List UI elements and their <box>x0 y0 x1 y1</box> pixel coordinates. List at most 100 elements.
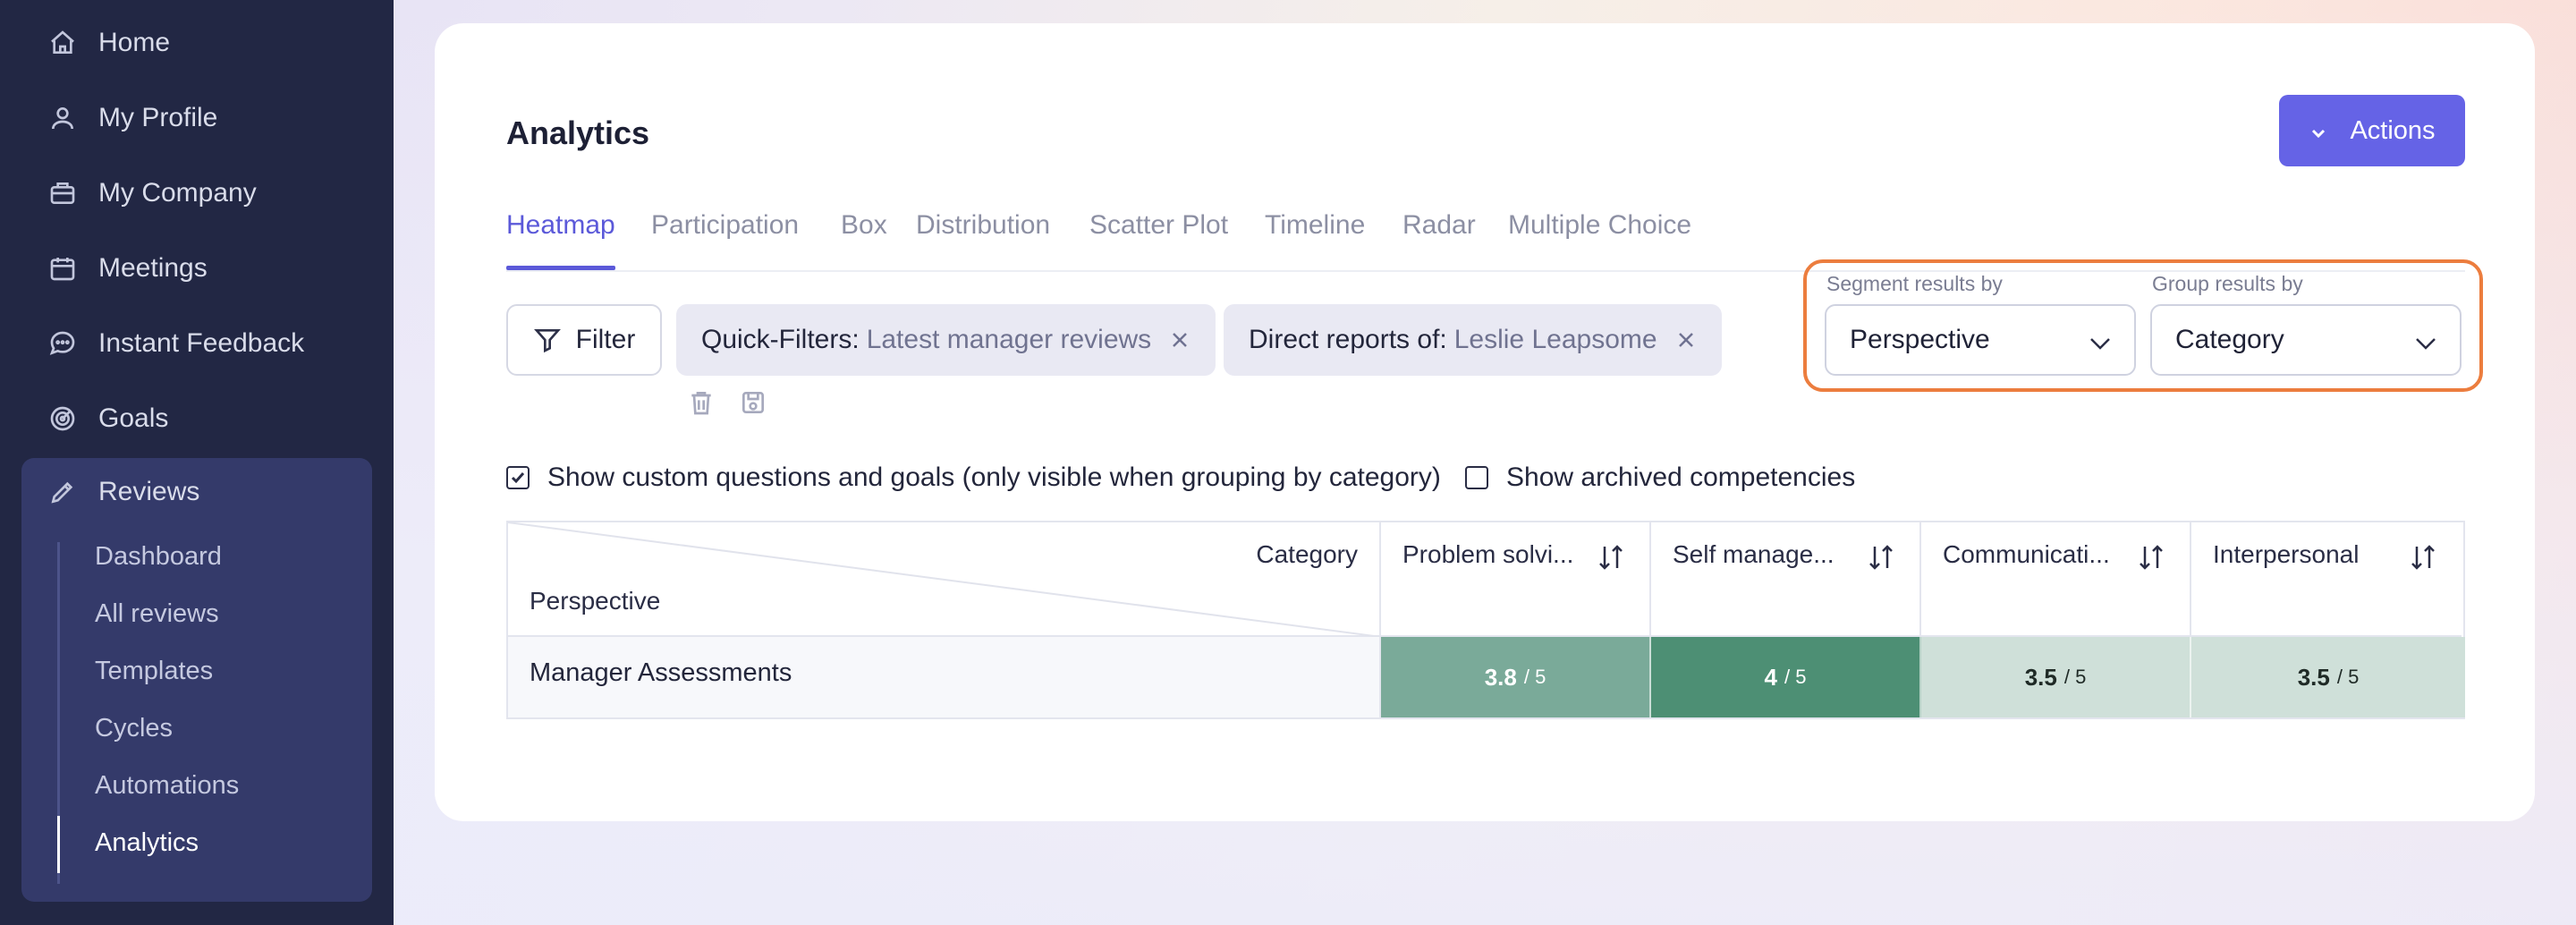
heatmap-cell[interactable]: 3.8 / 5 <box>1381 637 1651 717</box>
sidebar-item-my-profile[interactable]: My Profile <box>47 98 217 138</box>
segment-label: Segment results by <box>1826 272 2003 295</box>
column-header: Self manage... <box>1651 522 1921 637</box>
chip-value: Leslie Leapsome <box>1453 325 1657 354</box>
cell-out-of: / 5 <box>1784 666 1807 688</box>
sidebar-item-label: Meetings <box>98 253 208 283</box>
sidebar-item-meetings[interactable]: Meetings <box>47 249 208 288</box>
diagonal-divider <box>508 522 1381 637</box>
page-title: Analytics <box>506 115 650 151</box>
filter-button-label: Filter <box>575 325 636 354</box>
chip-value: Latest manager reviews <box>866 325 1152 354</box>
column-header: Problem solvi... <box>1381 522 1651 637</box>
tab-radar[interactable]: Radar <box>1402 190 1476 270</box>
heatmap-cell[interactable]: 3.5 / 5 <box>1921 637 2191 717</box>
cell-out-of: / 5 <box>1523 666 1546 688</box>
sidebar-item-reviews[interactable]: Reviews <box>47 472 199 512</box>
sidebar-item-instant-feedback[interactable]: Instant Feedback <box>47 324 304 363</box>
cell-score: 3.5 <box>2024 663 2057 691</box>
home-icon <box>47 27 79 59</box>
actions-button-label: Actions <box>2350 115 2436 145</box>
filter-button[interactable]: Filter <box>506 304 662 376</box>
sidebar-item-label: Reviews <box>98 477 200 506</box>
column-header: Interpersonal <box>2191 522 2462 637</box>
group-select[interactable]: Category <box>2150 304 2462 376</box>
submenu-item-templates[interactable]: Templates <box>95 653 213 689</box>
cell-out-of: / 5 <box>2063 666 2087 688</box>
corner-category-label: Category <box>1256 540 1358 568</box>
group-label: Group results by <box>2152 272 2303 295</box>
reviews-section: Reviews Dashboard All reviews Templates … <box>21 458 372 902</box>
tab-multiple-choice[interactable]: Multiple Choice <box>1508 190 1691 270</box>
show-custom-questions-checkbox[interactable]: Show custom questions and goals (only vi… <box>506 458 1441 497</box>
close-icon[interactable] <box>1675 329 1697 351</box>
analytics-card: Analytics Actions Heatmap Participation … <box>435 23 2535 821</box>
corner-perspective-label: Perspective <box>530 587 661 615</box>
heatmap-table: Category Perspective Problem solvi... Se… <box>506 521 2465 719</box>
chip-key: Quick-Filters: <box>701 325 860 354</box>
column-header-label: Self manage... <box>1673 540 1835 568</box>
tab-heatmap[interactable]: Heatmap <box>506 190 615 270</box>
submenu-item-analytics[interactable]: Analytics <box>95 825 199 861</box>
sidebar-item-label: Goals <box>98 403 169 433</box>
briefcase-icon <box>47 177 79 209</box>
submenu-active-indicator <box>57 816 60 873</box>
sidebar-item-home[interactable]: Home <box>47 23 170 63</box>
chevron-down-icon <box>2309 121 2328 140</box>
column-header: Communicati... <box>1921 522 2191 637</box>
checkbox-unchecked-icon <box>1465 466 1488 489</box>
heatmap-cell[interactable]: 3.5 / 5 <box>2191 637 2465 717</box>
tab-box[interactable]: Box <box>841 190 887 270</box>
sidebar-item-label: My Profile <box>98 103 218 132</box>
cell-score: 3.8 <box>1484 663 1517 691</box>
submenu-item-all-reviews[interactable]: All reviews <box>95 596 219 632</box>
sort-icon[interactable] <box>2408 542 2438 573</box>
chevron-down-icon <box>2088 331 2113 352</box>
chip-key: Direct reports of: <box>1249 325 1447 354</box>
sort-icon[interactable] <box>2136 542 2166 573</box>
column-header-label: Problem solvi... <box>1402 540 1574 568</box>
tab-participation[interactable]: Participation <box>651 190 799 270</box>
submenu-item-dashboard[interactable]: Dashboard <box>95 539 222 574</box>
sidebar-item-label: Instant Feedback <box>98 328 305 358</box>
segment-value: Perspective <box>1850 325 1990 354</box>
submenu-item-automations[interactable]: Automations <box>95 768 239 803</box>
sort-icon[interactable] <box>1866 542 1896 573</box>
trash-icon[interactable] <box>687 388 716 417</box>
sidebar-item-label: Home <box>98 28 171 57</box>
checkbox-checked-icon <box>506 466 530 489</box>
sidebar-item-goals[interactable]: Goals <box>47 399 168 438</box>
cell-score: 4 <box>1764 663 1777 691</box>
row-label: Manager Assessments <box>508 637 1381 717</box>
tab-timeline[interactable]: Timeline <box>1265 190 1365 270</box>
filter-icon <box>533 329 561 353</box>
cell-out-of: / 5 <box>2336 666 2360 688</box>
group-value: Category <box>2175 325 2284 354</box>
heatmap-corner-header: Category Perspective <box>508 522 1381 637</box>
cell-score: 3.5 <box>2297 663 2330 691</box>
calendar-icon <box>47 252 79 284</box>
column-header-label: Communicati... <box>1943 540 2110 568</box>
filter-chip-quick-filters: Quick-Filters: Latest manager reviews <box>676 304 1216 376</box>
target-icon <box>47 403 79 435</box>
chat-icon <box>47 327 79 360</box>
user-icon <box>47 102 79 134</box>
tab-scatter-plot[interactable]: Scatter Plot <box>1089 190 1228 270</box>
sidebar: Home My Profile My Company Meetings Inst… <box>0 0 394 925</box>
close-icon[interactable] <box>1169 329 1191 351</box>
actions-button[interactable]: Actions <box>2279 95 2465 166</box>
heatmap-cell[interactable]: 4 / 5 <box>1651 637 1921 717</box>
checkbox-label: Show custom questions and goals (only vi… <box>547 462 1441 492</box>
segment-select[interactable]: Perspective <box>1825 304 2136 376</box>
show-archived-competencies-checkbox[interactable]: Show archived competencies <box>1465 458 1855 497</box>
filter-chip-direct-reports: Direct reports of: Leslie Leapsome <box>1224 304 1722 376</box>
pencil-icon <box>47 476 79 508</box>
column-header-label: Interpersonal <box>2213 540 2360 568</box>
checkbox-label: Show archived competencies <box>1506 462 1856 492</box>
sidebar-item-label: My Company <box>98 178 257 208</box>
sidebar-item-my-company[interactable]: My Company <box>47 174 257 213</box>
chevron-down-icon <box>2413 331 2438 352</box>
tab-distribution[interactable]: Distribution <box>916 190 1050 270</box>
submenu-item-cycles[interactable]: Cycles <box>95 710 173 746</box>
save-icon[interactable] <box>739 388 767 417</box>
sort-icon[interactable] <box>1596 542 1626 573</box>
